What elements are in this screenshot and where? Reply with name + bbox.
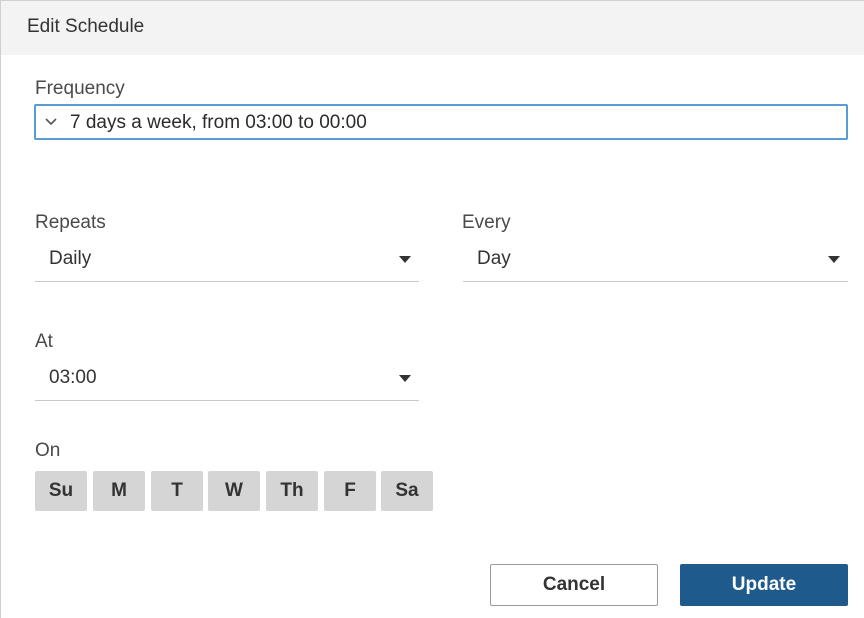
on-label: On: [35, 440, 61, 461]
dialog-title: Edit Schedule: [27, 16, 145, 37]
edit-schedule-dialog: Edit Schedule Frequency 7 days a week, f…: [0, 0, 864, 618]
dialog-header: Edit Schedule: [1, 1, 864, 55]
caret-down-icon: [828, 256, 840, 263]
frequency-value: 7 days a week, from 03:00 to 00:00: [70, 112, 367, 133]
repeats-label: Repeats: [35, 212, 106, 233]
repeats-value: Daily: [49, 248, 92, 269]
day-button-monday[interactable]: M: [93, 471, 145, 511]
at-value: 03:00: [49, 367, 97, 388]
at-label: At: [35, 331, 53, 352]
cancel-button[interactable]: Cancel: [490, 564, 658, 606]
day-button-saturday[interactable]: Sa: [381, 471, 433, 511]
every-select[interactable]: Day: [463, 242, 848, 282]
chevron-down-icon[interactable]: [44, 115, 58, 129]
day-button-wednesday[interactable]: W: [208, 471, 260, 511]
frequency-label: Frequency: [35, 78, 125, 99]
repeats-select[interactable]: Daily: [35, 242, 419, 282]
day-button-friday[interactable]: F: [324, 471, 376, 511]
caret-down-icon: [399, 375, 411, 382]
day-button-sunday[interactable]: Su: [35, 471, 87, 511]
caret-down-icon: [399, 256, 411, 263]
day-button-thursday[interactable]: Th: [266, 471, 318, 511]
at-select[interactable]: 03:00: [35, 361, 419, 401]
day-button-tuesday[interactable]: T: [151, 471, 203, 511]
every-label: Every: [462, 212, 511, 233]
frequency-field[interactable]: 7 days a week, from 03:00 to 00:00: [34, 104, 848, 140]
every-value: Day: [477, 248, 511, 269]
update-button[interactable]: Update: [680, 564, 848, 606]
